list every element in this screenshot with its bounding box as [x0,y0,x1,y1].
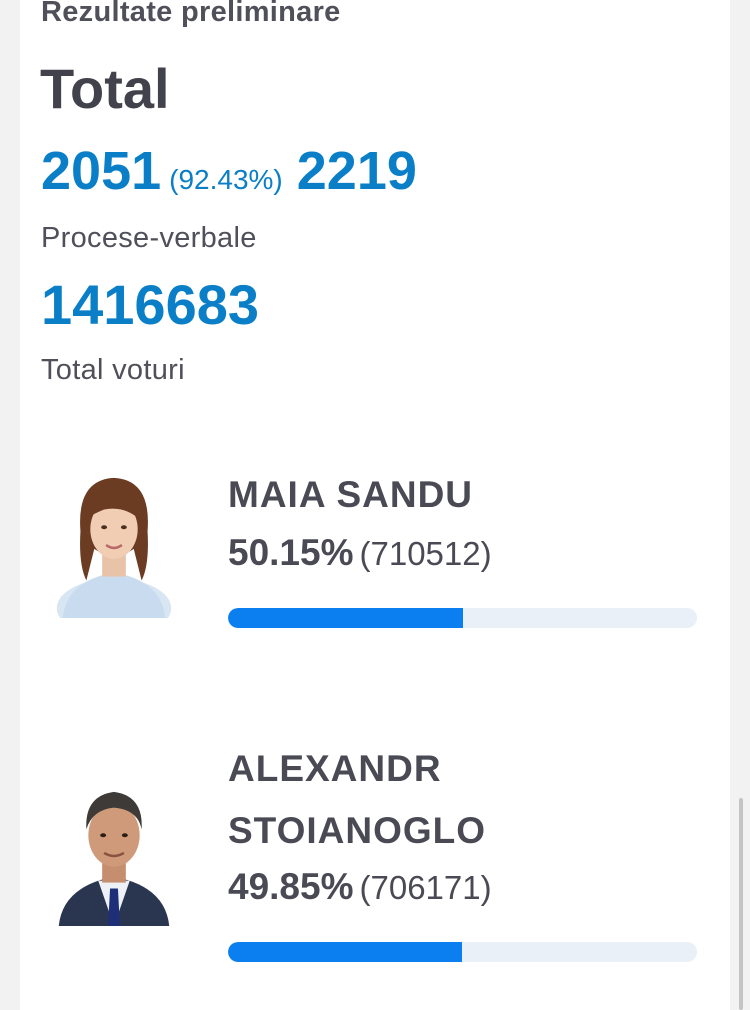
candidate-portrait-icon [58,791,170,926]
total-votes-label: Total voturi [41,354,185,386]
total-votes-value: 1416683 [41,273,260,336]
results-page: Rezultate preliminare Total 2051 (92.43%)… [20,0,730,1010]
candidate-percent: 50.15% [228,532,354,573]
candidate-name: MAIA SANDU [228,474,474,515]
candidate-progress-fill [228,942,462,962]
candidate-portrait-icon [56,477,172,618]
candidate-result: 50.15% (710512) [228,532,492,574]
candidate-votes: (706171) [359,869,492,906]
reports-label: Procese-verbale [41,222,257,254]
reports-total: 2219 [296,141,417,201]
total-title: Total [40,57,170,120]
reports-processed: 2051 [41,141,162,201]
reports-counts: 2051 (92.43%) 2219 [41,140,417,202]
candidate-progress-bar [228,608,697,628]
page-scrollbar[interactable] [739,798,743,1010]
candidate-progress-bar [228,942,697,962]
section-title: Rezultate preliminare [41,0,341,28]
reports-processed-percent: (92.43%) [169,164,283,195]
candidate-progress-fill [228,608,464,628]
candidate-result: 49.85% (706171) [228,866,492,908]
candidate-name-line2: STOIANOGLO [228,810,487,851]
candidate-votes: (710512) [359,535,492,572]
candidate-percent: 49.85% [228,866,354,907]
candidate-name-line1: ALEXANDR [228,748,442,789]
